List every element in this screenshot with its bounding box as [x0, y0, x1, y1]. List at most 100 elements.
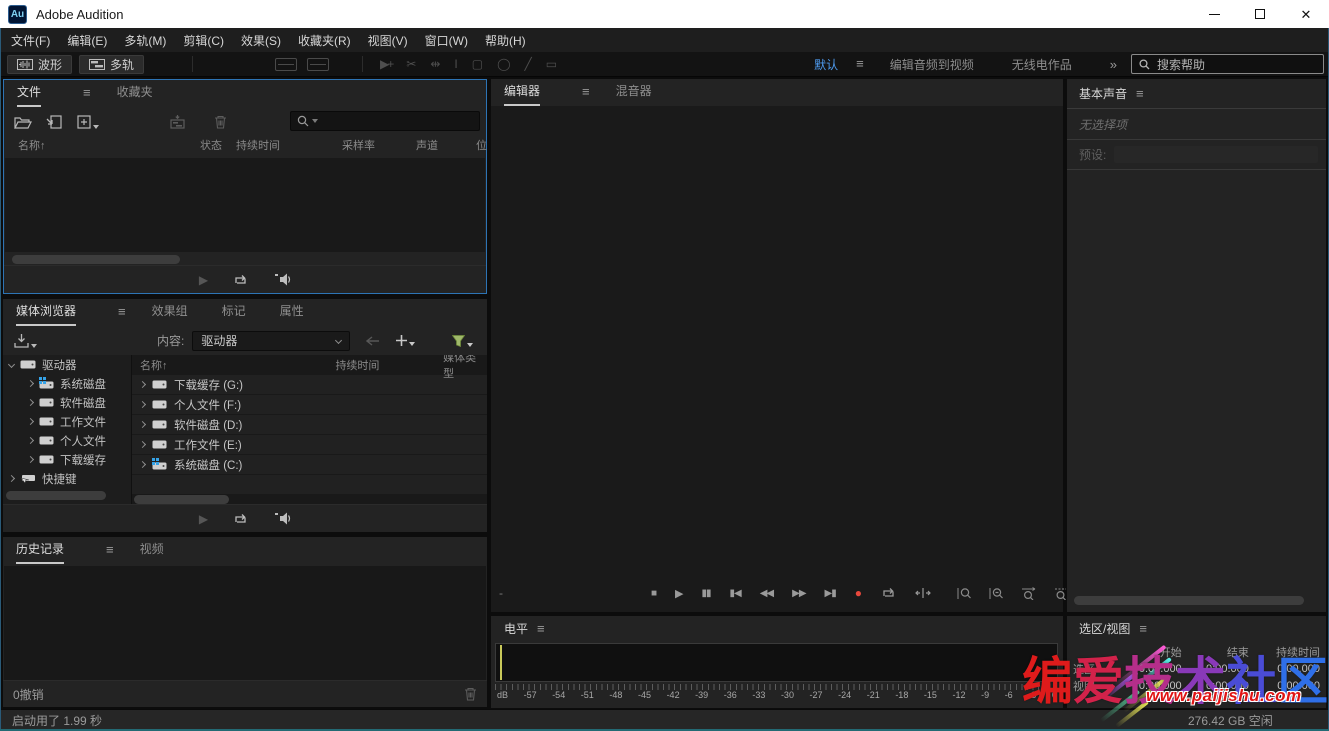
skip-to-start-button[interactable]: ▮◀ — [730, 588, 741, 599]
history-panel-menu-icon[interactable] — [106, 536, 114, 564]
workspace-default[interactable]: 默认 — [814, 56, 838, 73]
selection-panel-menu-icon[interactable] — [1139, 621, 1147, 636]
editor-panel-menu-icon[interactable] — [582, 78, 590, 106]
new-file-icon[interactable] — [77, 115, 99, 129]
menu-multitrack[interactable]: 多轨(M) — [124, 32, 166, 49]
loop-playback-icon[interactable] — [881, 587, 896, 599]
tab-editor[interactable]: 编辑器 — [504, 76, 540, 106]
multitrack-view-button[interactable]: 多轨 — [79, 55, 144, 74]
files-hscrollbar[interactable] — [12, 255, 180, 264]
chevron-expanded-icon[interactable] — [8, 361, 15, 368]
zoom-in-full-icon[interactable] — [1021, 587, 1037, 600]
chevron-collapsed-icon[interactable] — [27, 456, 34, 463]
history-list[interactable] — [4, 566, 486, 680]
razor-tool-icon[interactable]: ✂ — [406, 57, 416, 71]
tab-history[interactable]: 历史记录 — [16, 534, 64, 564]
tree-hscrollbar[interactable] — [6, 491, 106, 500]
tab-markers[interactable]: 标记 — [222, 296, 246, 326]
menu-file[interactable]: 文件(F) — [11, 32, 50, 49]
tab-mixer[interactable]: 混音器 — [616, 76, 652, 106]
essential-panel-menu-icon[interactable] — [1136, 86, 1144, 101]
minimize-button[interactable] — [1191, 0, 1237, 28]
drive-row-f[interactable]: 个人文件 (F:) — [132, 395, 487, 414]
menu-view[interactable]: 视图(V) — [368, 32, 408, 49]
editor-canvas[interactable]: - ■ ▶ ▮▮ ▮◀ ◀◀ ▶▶ ▶▮ ● — [491, 106, 1063, 612]
stop-button[interactable]: ■ — [651, 588, 656, 599]
import-file-icon[interactable] — [46, 115, 63, 129]
fast-forward-button[interactable]: ▶▶ — [792, 588, 805, 599]
chevron-collapsed-icon[interactable] — [27, 437, 34, 444]
tree-item-system-disk[interactable]: 系统磁盘 — [3, 374, 131, 393]
tab-files[interactable]: 文件 — [17, 77, 41, 107]
drive-row-e[interactable]: 工作文件 (E:) — [132, 435, 487, 454]
preset-input[interactable] — [1114, 146, 1318, 163]
workspace-overflow-icon[interactable]: » — [1110, 57, 1117, 72]
chevron-collapsed-icon[interactable] — [139, 381, 146, 388]
menu-edit[interactable]: 编辑(E) — [67, 32, 107, 49]
drive-list-header[interactable]: 名称↑ 持续时间 媒体类型 — [132, 355, 487, 375]
record-button[interactable]: ● — [855, 586, 862, 600]
tree-item-work-files[interactable]: 工作文件 — [3, 412, 131, 431]
chevron-collapsed-icon[interactable] — [139, 441, 146, 448]
add-shortcut-icon[interactable] — [396, 335, 415, 346]
tree-item-shortcuts[interactable]: 快捷键 — [3, 469, 131, 488]
preview-play-button[interactable]: ▶ — [199, 273, 207, 287]
essential-hscrollbar[interactable] — [1074, 596, 1304, 605]
levels-panel-menu-icon[interactable] — [537, 621, 545, 636]
tree-item-download-cache[interactable]: 下载缓存 — [3, 450, 131, 469]
waveform-display-icon[interactable] — [275, 58, 297, 71]
spot-healing-tool-icon[interactable]: ▭ — [546, 57, 557, 71]
chevron-collapsed-icon[interactable] — [8, 475, 15, 482]
close-button[interactable]: ✕ — [1283, 0, 1329, 28]
time-selection-tool-icon[interactable]: Ι — [454, 57, 457, 71]
drive-row-d[interactable]: 软件磁盘 (D:) — [132, 415, 487, 434]
lasso-selection-tool-icon[interactable]: ◯ — [497, 57, 510, 71]
tree-item-drives[interactable]: 驱动器 — [3, 355, 131, 374]
play-button[interactable]: ▶ — [675, 587, 682, 600]
loop-playback-icon[interactable] — [233, 513, 248, 525]
tab-media-browser[interactable]: 媒体浏览器 — [16, 296, 76, 326]
menu-favorites[interactable]: 收藏夹(R) — [298, 32, 351, 49]
chevron-collapsed-icon[interactable] — [139, 461, 146, 468]
chevron-collapsed-icon[interactable] — [27, 418, 34, 425]
chevron-collapsed-icon[interactable] — [139, 421, 146, 428]
search-help-box[interactable]: 搜索帮助 — [1131, 54, 1324, 74]
menu-window[interactable]: 窗口(W) — [425, 32, 468, 49]
tab-video[interactable]: 视频 — [140, 534, 164, 564]
spectral-display-icon[interactable] — [307, 58, 329, 71]
chevron-collapsed-icon[interactable] — [27, 399, 34, 406]
files-panel-menu-icon[interactable] — [83, 79, 91, 107]
tree-item-software-disk[interactable]: 软件磁盘 — [3, 393, 131, 412]
filter-funnel-icon[interactable] — [452, 335, 473, 347]
drive-row-c[interactable]: 系统磁盘 (C:) — [132, 455, 487, 474]
marquee-selection-tool-icon[interactable]: ▢ — [472, 57, 483, 71]
tree-item-personal-files[interactable]: 个人文件 — [3, 431, 131, 450]
insert-into-multitrack-icon[interactable] — [169, 115, 186, 129]
level-meter[interactable] — [495, 643, 1058, 682]
view-row[interactable]: 视图 0:00.000 0:00.000 0:00.000 — [1073, 677, 1320, 694]
zoom-selection-icon[interactable] — [1054, 587, 1068, 600]
rewind-button[interactable]: ◀◀ — [760, 588, 773, 599]
files-column-header[interactable]: 名称↑ 状态 持续时间 采样率 声道 位 — [4, 137, 486, 158]
skip-to-end-button[interactable]: ▶▮ — [825, 588, 836, 599]
tab-properties[interactable]: 属性 — [280, 296, 304, 326]
files-search-input[interactable] — [290, 111, 480, 131]
move-tool-icon[interactable]: ▶+ — [380, 57, 392, 71]
pause-button[interactable]: ▮▮ — [702, 588, 711, 599]
preview-play-button[interactable]: ▶ — [199, 512, 207, 526]
menu-effects[interactable]: 效果(S) — [241, 32, 281, 49]
drive-list-hscrollbar[interactable] — [134, 495, 229, 504]
workspace-edit-audio-to-video[interactable]: 编辑音频到视频 — [890, 56, 974, 73]
tab-favorites[interactable]: 收藏夹 — [117, 77, 153, 107]
drive-list[interactable]: 名称↑ 持续时间 媒体类型 下载缓存 (G:) 个人文件 (F:) 软件磁盘 (… — [131, 355, 487, 504]
content-dropdown[interactable]: 驱动器 — [192, 331, 350, 351]
maximize-button[interactable] — [1237, 0, 1283, 28]
skip-selection-icon[interactable] — [915, 588, 931, 598]
open-file-icon[interactable] — [14, 116, 32, 129]
slip-tool-icon[interactable]: ⇹ — [430, 57, 440, 71]
trash-icon[interactable] — [464, 687, 477, 701]
workspace-radio-production[interactable]: 无线电作品 — [1012, 56, 1072, 73]
browser-panel-menu-icon[interactable] — [118, 298, 126, 326]
menu-help[interactable]: 帮助(H) — [485, 32, 526, 49]
back-arrow-icon[interactable] — [366, 336, 380, 346]
